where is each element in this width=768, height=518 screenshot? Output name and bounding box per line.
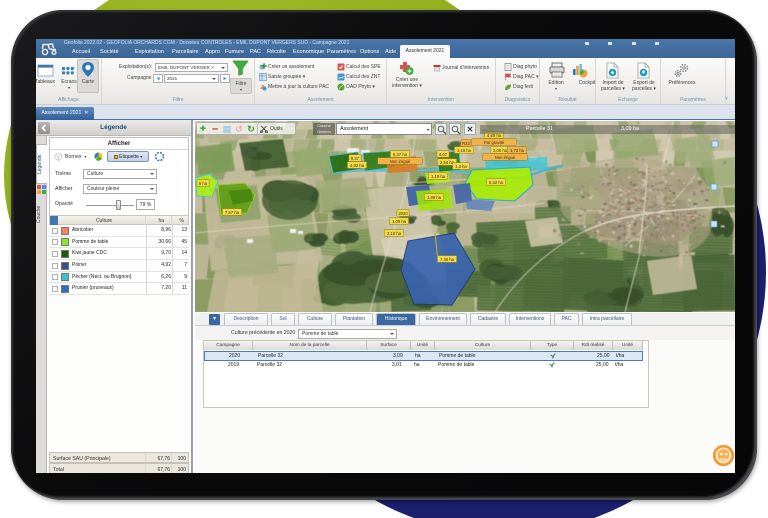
svg-text:5,32 ha: 5,32 ha [489, 180, 504, 185]
svg-text:5 ha: 5 ha [199, 181, 208, 186]
svg-text:Non irrigué: Non irrigué [390, 159, 411, 164]
svg-text:2,10 ha: 2,10 ha [387, 231, 402, 236]
svg-text:4,92 ha: 4,92 ha [350, 163, 365, 168]
svg-text:6,37 ha: 6,37 ha [393, 152, 408, 157]
svg-text:1,3 ha: 1,3 ha [455, 164, 467, 169]
svg-text:7,57 ha: 7,57 ha [225, 210, 240, 215]
svg-text:7,30 ha: 7,30 ha [440, 257, 455, 262]
svg-text:1,19 ha: 1,19 ha [457, 148, 472, 153]
svg-text:1,90 ha: 1,90 ha [427, 195, 442, 200]
svg-text:1,19 ha: 1,19 ha [431, 174, 446, 179]
svg-text:2020: 2020 [398, 211, 408, 216]
svg-text:Par gravité: Par gravité [484, 140, 505, 145]
svg-text:R22: R22 [462, 141, 470, 146]
svg-text:Non irrigué: Non irrigué [495, 155, 516, 160]
svg-text:4,07: 4,07 [439, 152, 448, 157]
svg-text:1,09 ha: 1,09 ha [392, 219, 407, 224]
svg-text:9,37: 9,37 [351, 156, 360, 161]
svg-text:1,73 ha: 1,73 ha [510, 148, 525, 153]
svg-text:3,00 ha: 3,00 ha [493, 148, 508, 153]
